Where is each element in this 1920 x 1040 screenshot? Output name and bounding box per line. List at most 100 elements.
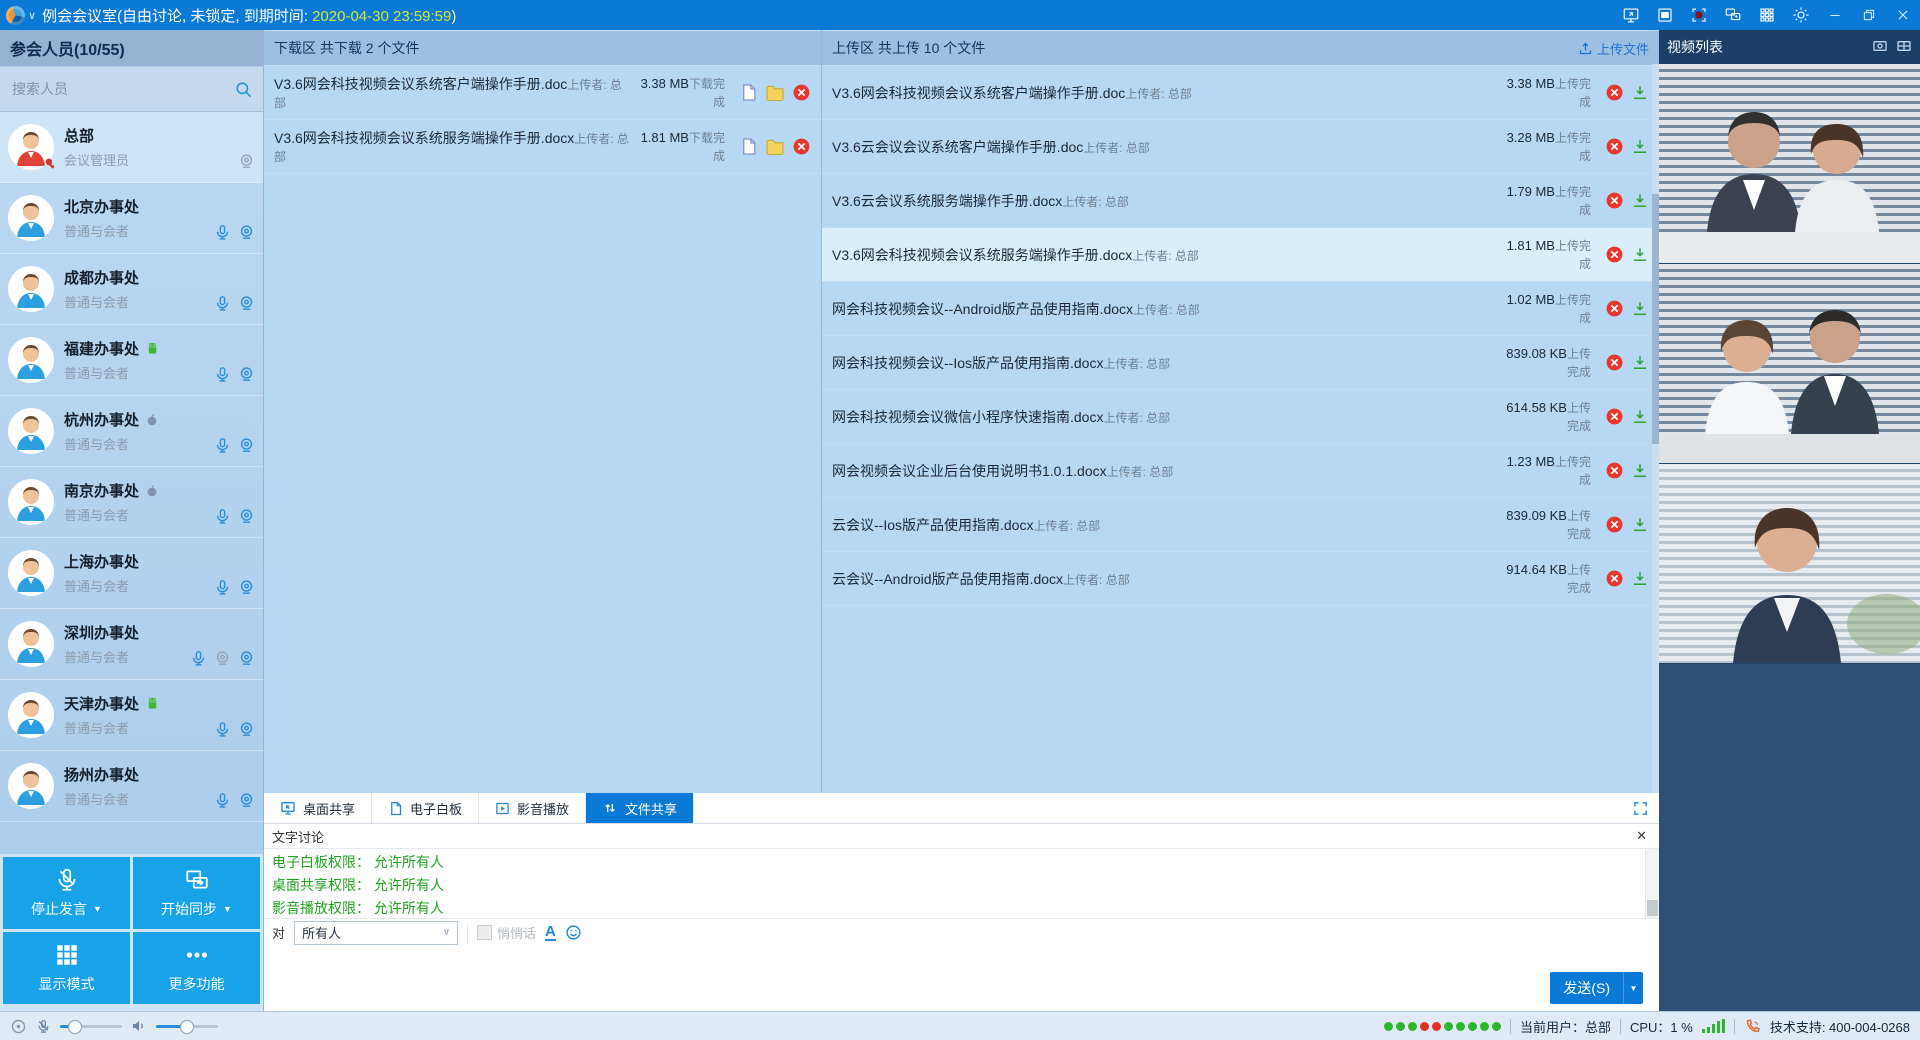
display-mode-button[interactable]: 显示模式 [3,932,130,1004]
download-file-icon[interactable] [1631,462,1649,480]
expand-icon[interactable] [1632,800,1649,817]
upload-file-row[interactable]: V3.6网会科技视频会议系统服务端操作手册.docx上传者: 总部 1.81 M… [822,228,1659,282]
participant-row[interactable]: 福建办事处 普通与会者 [0,325,263,396]
upload-file-row[interactable]: 网会科技视频会议--Ios版产品使用指南.docx上传者: 总部 839.08 … [822,336,1659,390]
upload-file-row[interactable]: 云会议--Ios版产品使用指南.docx上传者: 总部 839.09 KB上传完… [822,498,1659,552]
delete-file-icon[interactable] [1605,515,1624,534]
webcam-off-icon[interactable] [214,650,231,667]
scrollbar-thumb[interactable] [1647,900,1658,916]
start-sync-button[interactable]: 开始同步▼ [133,857,260,929]
upload-file-row[interactable]: 网会视频会议企业后台使用说明书1.0.1.docx上传者: 总部 1.23 MB… [822,444,1659,498]
window-mode-icon[interactable] [1648,0,1682,30]
download-file-icon[interactable] [1631,300,1649,318]
delete-file-icon[interactable] [1605,407,1624,426]
audio-settings-icon[interactable] [10,1018,27,1035]
stop-speaking-button[interactable]: 停止发言▼ [3,857,130,929]
download-file-icon[interactable] [1631,354,1649,372]
tab-whiteboard[interactable]: 电子白板 [372,793,479,823]
whisper-checkbox[interactable] [477,925,492,940]
video-wall-icon[interactable] [1895,39,1913,55]
titlebar-menu-caret-icon[interactable]: ∨ [28,9,36,22]
open-folder-icon[interactable] [765,137,785,157]
webcam-icon[interactable] [238,650,255,667]
webcam-icon[interactable] [238,579,255,596]
participant-row[interactable]: 南京办事处 普通与会者 [0,467,263,538]
video-thumbnail-1[interactable] [1659,64,1920,264]
upload-file-row[interactable]: V3.6网会科技视频会议系统客户端操作手册.doc上传者: 总部 3.38 MB… [822,66,1659,120]
tab-media-play[interactable]: 影音播放 [479,793,586,823]
download-file-icon[interactable] [1631,570,1649,588]
delete-file-icon[interactable] [1605,191,1624,210]
grid-icon[interactable] [1750,0,1784,30]
download-file-row[interactable]: V3.6网会科技视频会议系统服务端操作手册.docx上传者: 总部 1.81 M… [264,120,821,174]
speaker-icon[interactable] [131,1018,147,1034]
participant-row[interactable]: 北京办事处 普通与会者 [0,183,263,254]
delete-file-icon[interactable] [1605,245,1624,264]
download-file-icon[interactable] [1631,516,1649,534]
delete-file-icon[interactable] [1605,83,1624,102]
record-icon[interactable] [1682,0,1716,30]
video-thumbnail-2[interactable] [1659,264,1920,464]
delete-file-icon[interactable] [792,83,811,102]
mic-volume-slider[interactable] [60,1025,122,1028]
emoji-icon[interactable] [565,924,582,941]
upload-file-row[interactable]: V3.6云会议系统服务端操作手册.docx上传者: 总部 1.79 MB上传完成 [822,174,1659,228]
upload-file-row[interactable]: 云会议--Android版产品使用指南.docx上传者: 总部 914.64 K… [822,552,1659,606]
webcam-icon[interactable] [238,721,255,738]
delete-file-icon[interactable] [1605,569,1624,588]
participant-row[interactable]: 深圳办事处 普通与会者 [0,609,263,680]
more-functions-button[interactable]: 更多功能 [133,932,260,1004]
microphone-icon[interactable] [214,721,231,738]
participant-row[interactable]: 杭州办事处 普通与会者 [0,396,263,467]
download-file-icon[interactable] [1631,246,1649,264]
minimize-icon[interactable] [1818,0,1852,30]
microphone-icon[interactable] [190,650,207,667]
send-options-caret[interactable]: ▼ [1623,972,1643,1004]
search-input[interactable] [10,80,234,98]
video-thumbnail-3[interactable] [1659,464,1920,664]
font-style-icon[interactable]: A [545,925,556,941]
download-file-row[interactable]: V3.6网会科技视频会议系统客户端操作手册.doc上传者: 总部 3.38 MB… [264,66,821,120]
delete-file-icon[interactable] [1605,137,1624,156]
chat-close-icon[interactable]: ✕ [1632,828,1651,844]
microphone-icon[interactable] [214,366,231,383]
upload-file-row[interactable]: V3.6云会议会议系统客户端操作手册.doc上传者: 总部 3.28 MB上传完… [822,120,1659,174]
webcam-icon[interactable] [238,437,255,454]
microphone-icon[interactable] [214,508,231,525]
mic-muted-icon[interactable] [36,1019,51,1034]
open-folder-icon[interactable] [765,83,785,103]
open-file-icon[interactable] [739,83,758,102]
webcam-icon[interactable] [238,224,255,241]
search-icon[interactable] [234,80,253,99]
webcam-icon[interactable] [238,295,255,312]
microphone-icon[interactable] [214,295,231,312]
message-editor[interactable]: 发送(S) ▼ [264,947,1659,1012]
scrollbar-thumb[interactable] [1652,194,1659,444]
microphone-icon[interactable] [214,579,231,596]
webcam-off-icon[interactable] [238,153,255,170]
upload-scrollbar[interactable] [1652,64,1659,793]
microphone-icon[interactable] [214,437,231,454]
webcam-icon[interactable] [238,508,255,525]
delete-file-icon[interactable] [1605,299,1624,318]
settings-icon[interactable] [1784,0,1818,30]
webcam-icon[interactable] [238,366,255,383]
participant-row[interactable]: 天津办事处 普通与会者 [0,680,263,751]
tab-file-share[interactable]: 文件共享 [586,793,694,823]
open-file-icon[interactable] [739,137,758,156]
participant-row[interactable]: 上海办事处 普通与会者 [0,538,263,609]
download-file-icon[interactable] [1631,192,1649,210]
delete-file-icon[interactable] [792,137,811,156]
close-icon[interactable] [1886,0,1920,30]
download-file-icon[interactable] [1631,408,1649,426]
download-file-icon[interactable] [1631,84,1649,102]
webcam-icon[interactable] [238,792,255,809]
delete-file-icon[interactable] [1605,353,1624,372]
chat-scrollbar[interactable] [1645,849,1659,918]
maximize-icon[interactable] [1852,0,1886,30]
send-button[interactable]: 发送(S) ▼ [1550,972,1643,1004]
multi-screen-icon[interactable] [1716,0,1750,30]
recipient-select[interactable]: 所有人∨ [294,921,458,945]
microphone-icon[interactable] [214,224,231,241]
microphone-icon[interactable] [214,792,231,809]
